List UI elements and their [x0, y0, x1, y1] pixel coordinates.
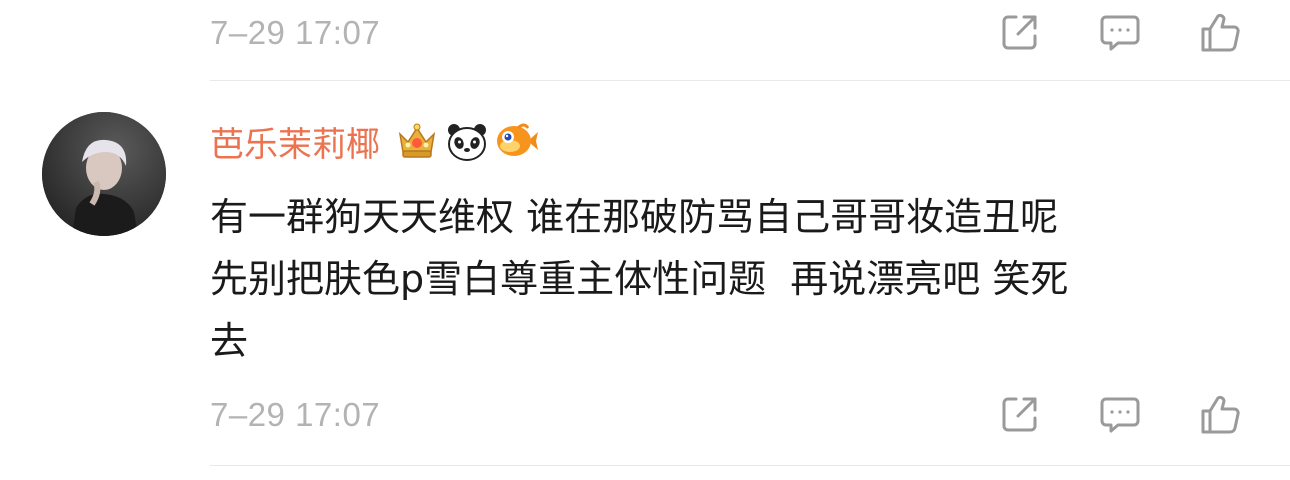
comment-text: 有一群狗天天维权 谁在那破防骂自己哥哥妆造丑呢 先别把肤色p雪白尊重主体性问题 … [210, 186, 1270, 372]
share-icon[interactable] [996, 8, 1044, 56]
comment-actions: 7–29 17:07 [210, 390, 1270, 440]
fish-badge-icon[interactable] [494, 118, 540, 164]
avatar[interactable] [42, 112, 166, 236]
divider [210, 80, 1290, 81]
comment-header: 芭乐茉莉椰 [210, 116, 544, 166]
comment-icon[interactable] [1096, 390, 1144, 438]
like-icon[interactable] [1196, 8, 1244, 56]
comment-line: 去 [210, 319, 249, 363]
previous-comment-timestamp: 7–29 17:07 [210, 14, 381, 51]
share-icon[interactable] [996, 390, 1044, 438]
crown-badge-icon[interactable] [394, 118, 440, 164]
like-icon[interactable] [1196, 390, 1244, 438]
previous-comment-actions: 7–29 17:07 [210, 8, 1270, 58]
comment-line: 有一群狗天天维权 谁在那破防骂自己哥哥妆造丑呢 [210, 195, 1059, 239]
divider [210, 465, 1290, 466]
username[interactable]: 芭乐茉莉椰 [210, 117, 380, 166]
comment-timestamp: 7–29 17:07 [210, 396, 381, 433]
comment-line: 先别把肤色p雪白尊重主体性问题 再说漂亮吧 笑死 [210, 257, 1069, 301]
comment-icon[interactable] [1096, 8, 1144, 56]
panda-badge-icon[interactable] [444, 118, 490, 164]
